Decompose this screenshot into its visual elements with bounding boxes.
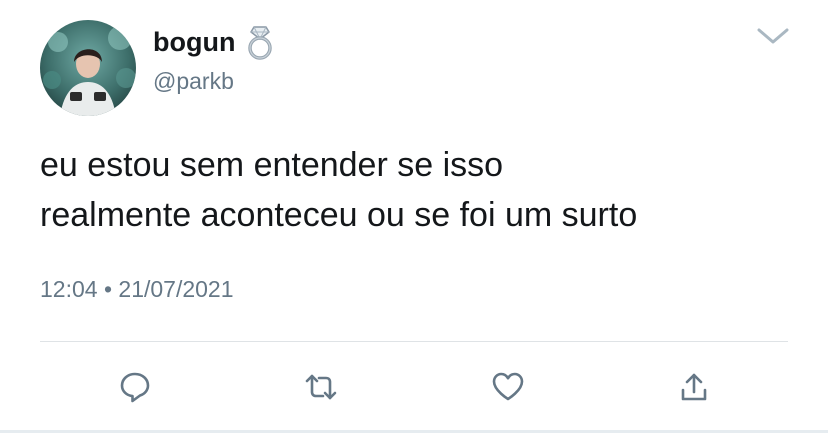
tweet-time: 12:04 bbox=[40, 276, 98, 302]
chevron-down-icon[interactable] bbox=[756, 26, 790, 46]
like-button[interactable] bbox=[488, 367, 528, 407]
share-button[interactable] bbox=[674, 367, 714, 407]
avatar[interactable] bbox=[40, 20, 136, 116]
retweet-button[interactable] bbox=[301, 367, 341, 407]
avatar-photo bbox=[40, 20, 136, 116]
reply-icon bbox=[120, 372, 150, 403]
timestamp-separator: • bbox=[103, 276, 113, 302]
reply-button[interactable] bbox=[115, 367, 155, 407]
tweet-date: 21/07/2021 bbox=[118, 276, 234, 302]
tweet-text: eu estou sem entender se isso realmente … bbox=[40, 146, 638, 234]
share-icon bbox=[681, 373, 707, 401]
timestamp[interactable]: 12:04 • 21/07/2021 bbox=[40, 276, 234, 303]
tweet-card: bogun @parkb eu estou sem entender se is… bbox=[0, 0, 828, 433]
heart-icon bbox=[492, 372, 524, 401]
display-name-row: bogun bbox=[153, 24, 277, 60]
retweet-icon bbox=[305, 374, 337, 400]
divider bbox=[40, 341, 788, 342]
action-bar bbox=[0, 367, 828, 407]
display-name[interactable]: bogun bbox=[153, 27, 235, 58]
ring-icon bbox=[248, 26, 273, 60]
user-handle[interactable]: @parkb bbox=[153, 68, 234, 95]
